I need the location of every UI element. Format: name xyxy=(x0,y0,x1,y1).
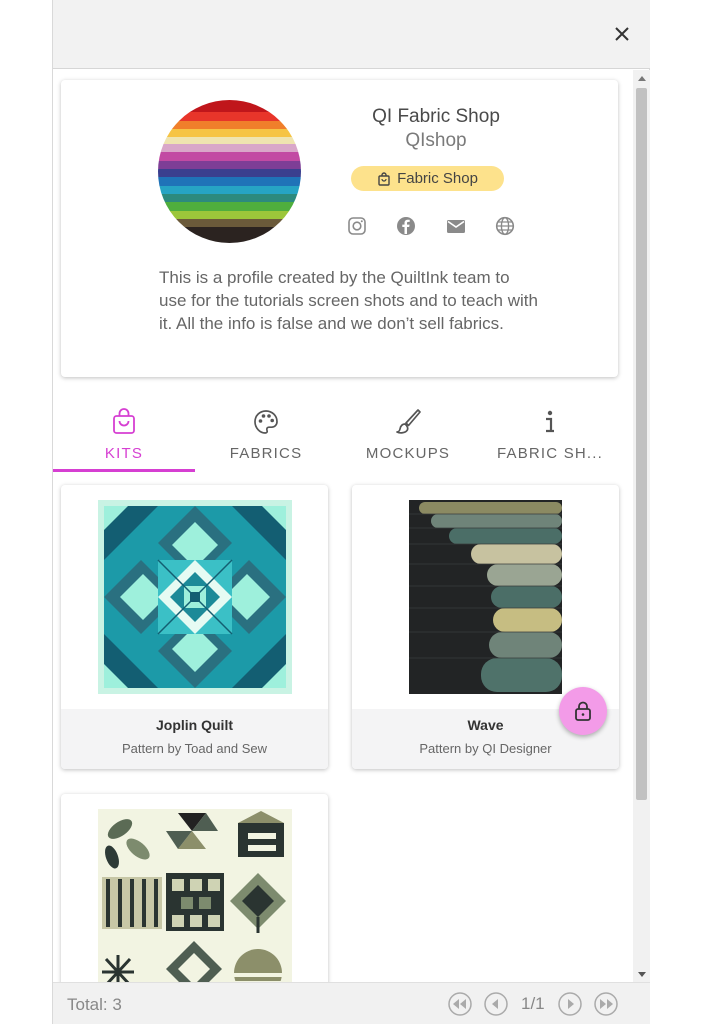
lock-icon xyxy=(575,701,591,721)
kit-designer: Pattern by Toad and Sew xyxy=(121,741,268,756)
shop-handle: QIshop xyxy=(405,130,467,151)
facebook-icon xyxy=(397,217,416,235)
instagram-link[interactable] xyxy=(346,215,368,237)
bag-icon xyxy=(113,408,135,434)
tab-label: KITS xyxy=(104,445,144,462)
pagination: 1/1 xyxy=(447,991,619,1017)
website-link[interactable] xyxy=(494,215,516,237)
social-links xyxy=(346,215,516,237)
scroll-down-button[interactable] xyxy=(633,966,650,982)
info-icon xyxy=(546,410,554,433)
email-link[interactable] xyxy=(445,215,467,237)
badge-label: Fabric Shop xyxy=(397,170,478,187)
bag-icon xyxy=(378,171,390,186)
kit-image-sampler xyxy=(98,809,292,982)
kit-image-wave xyxy=(409,500,562,694)
active-tab-indicator xyxy=(53,469,195,472)
next-page-button[interactable] xyxy=(557,991,583,1017)
shop-type-badge: Fabric Shop xyxy=(351,166,504,191)
kit-image-joplin xyxy=(98,500,292,694)
avatar xyxy=(158,100,301,243)
profile-tabs: KITS FABRICS MOCKUPS FABRIC SH... xyxy=(53,393,633,473)
caret-down-icon xyxy=(637,971,646,977)
total-count: Total: 3 xyxy=(67,995,122,1014)
first-page-icon xyxy=(448,992,472,1016)
mail-icon xyxy=(446,220,465,233)
facebook-link[interactable] xyxy=(395,215,417,237)
profile-bio: This is a profile created by the QuiltIn… xyxy=(159,268,538,333)
profile-dialog: QI Fabric Shop QIshop Fabric Shop This i… xyxy=(52,0,650,1024)
tab-label: FABRICS xyxy=(229,445,303,462)
tab-kits[interactable]: KITS xyxy=(53,393,195,473)
palette-icon xyxy=(254,410,278,434)
shop-name: QI Fabric Shop xyxy=(372,106,500,127)
close-icon xyxy=(615,27,629,41)
vertical-scrollbar[interactable] xyxy=(633,70,650,982)
kit-designer: Pattern by QI Designer xyxy=(419,741,552,756)
dialog-content: QI Fabric Shop QIshop Fabric Shop This i… xyxy=(53,70,633,982)
tab-label: FABRIC SH... xyxy=(496,445,604,462)
kit-title: Joplin Quilt xyxy=(156,717,233,733)
first-page-button[interactable] xyxy=(447,991,473,1017)
kit-footer: Joplin Quilt Pattern by Toad and Sew xyxy=(61,709,328,769)
scroll-up-button[interactable] xyxy=(633,70,650,86)
next-page-icon xyxy=(557,992,582,1016)
pagination-footer: Total: 3 1/1 xyxy=(53,982,650,1024)
tab-fabrics[interactable]: FABRICS xyxy=(195,393,337,473)
brush-icon xyxy=(396,409,421,434)
page-indicator: 1/1 xyxy=(521,994,545,1013)
globe-icon xyxy=(495,216,515,236)
tab-fabric-shop-info[interactable]: FABRIC SH... xyxy=(479,393,621,473)
last-page-button[interactable] xyxy=(593,991,619,1017)
caret-up-icon xyxy=(637,75,646,81)
kit-card[interactable] xyxy=(61,794,328,982)
previous-page-button[interactable] xyxy=(483,991,509,1017)
scrollbar-thumb[interactable] xyxy=(636,88,647,800)
last-page-icon xyxy=(593,992,618,1016)
instagram-icon xyxy=(348,217,366,235)
profile-card: QI Fabric Shop QIshop Fabric Shop This i… xyxy=(61,80,618,377)
tab-mockups[interactable]: MOCKUPS xyxy=(337,393,479,473)
dialog-header xyxy=(53,0,650,69)
lock-fab-button[interactable] xyxy=(559,687,607,735)
previous-page-icon xyxy=(484,992,508,1016)
tab-label: MOCKUPS xyxy=(365,445,451,462)
close-button[interactable] xyxy=(610,22,634,46)
kit-card[interactable]: Joplin Quilt Pattern by Toad and Sew xyxy=(61,485,328,769)
